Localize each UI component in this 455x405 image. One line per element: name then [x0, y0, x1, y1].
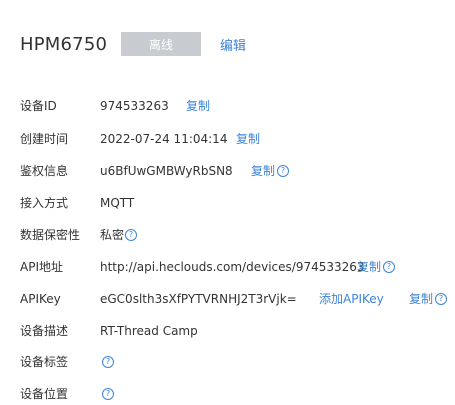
question-circle-icon[interactable]: ?	[383, 261, 395, 273]
access-value: MQTT	[100, 196, 135, 210]
question-circle-icon[interactable]: ?	[277, 165, 289, 177]
question-circle-icon[interactable]: ?	[435, 293, 447, 305]
device-title-wrap: HPM6750	[20, 28, 107, 60]
privacy-label: 数据保密性	[20, 228, 81, 242]
api-value: http://api.heclouds.com/devices/97453326…	[100, 260, 365, 274]
apikey-label: APIKey	[20, 292, 61, 306]
copy-api-link[interactable]: 复制	[357, 257, 381, 277]
question-circle-icon[interactable]: ?	[102, 356, 114, 368]
privacy-value: 私密	[100, 228, 125, 242]
location-label: 设备位置	[20, 387, 69, 401]
api-label: API地址	[20, 260, 63, 274]
desc-value: RT-Thread Camp	[100, 324, 198, 338]
tags-label: 设备标签	[20, 355, 69, 369]
copy-device-id-link[interactable]: 复制	[186, 96, 210, 116]
access-label: 接入方式	[20, 196, 69, 210]
created-label: 创建时间	[20, 132, 69, 146]
status-badge: 离线	[121, 32, 201, 56]
device-id-label: 设备ID	[20, 99, 57, 113]
apikey-value: eGC0slth3sXfPYTVRNHJ2T3rVjk=	[100, 292, 297, 306]
created-value: 2022-07-24 11:04:14	[100, 132, 228, 146]
copy-apikey-link[interactable]: 复制	[409, 289, 433, 309]
edit-link[interactable]: 编辑	[220, 35, 246, 54]
copy-created-link[interactable]: 复制	[236, 129, 260, 149]
question-circle-icon[interactable]: ?	[102, 388, 114, 400]
copy-auth-link[interactable]: 复制	[251, 161, 275, 181]
add-apikey-link[interactable]: 添加APIKey	[319, 289, 384, 309]
desc-label: 设备描述	[20, 324, 69, 338]
device-title: HPM6750	[20, 33, 108, 55]
auth-value: u6BfUwGMBWyRbSN8	[100, 164, 233, 178]
question-circle-icon[interactable]: ?	[125, 229, 137, 241]
device-id-value: 974533263	[100, 99, 169, 113]
auth-label: 鉴权信息	[20, 164, 69, 178]
